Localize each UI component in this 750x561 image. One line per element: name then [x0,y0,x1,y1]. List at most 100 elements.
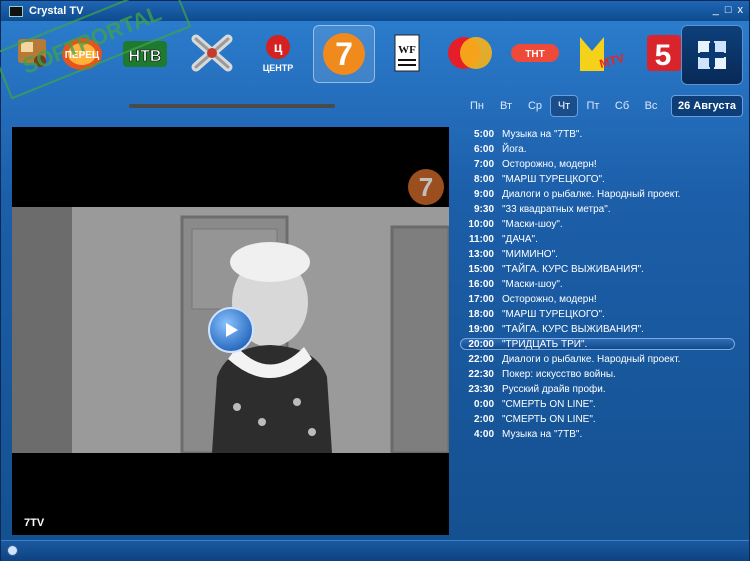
schedule-row[interactable]: 11:00 "ДАЧА". [456,232,741,247]
program-time: 20:00 [468,339,494,350]
program-time: 23:30 [468,384,494,395]
channel-tnt-channel[interactable]: ТНТ [506,27,564,79]
program-title: Осторожно, модерн! [502,159,597,170]
menu-button[interactable] [681,25,743,85]
channel-5-logo-icon: 5 [647,35,681,72]
program-title: "СМЕРТЬ ON LINE". [502,399,596,410]
program-title: Диалоги о рыбалке. Народный проект. [502,354,681,365]
schedule-row-current[interactable]: 20:00 "ТРИДЦАТЬ ТРИ". [456,337,741,352]
day-sat[interactable]: Сб [608,95,636,117]
channel-scrollbar[interactable] [129,104,335,108]
schedule-row[interactable]: 0:00 "СМЕРТЬ ON LINE". [456,397,741,412]
program-time: 9:00 [473,189,494,200]
crystal-menu-icon [698,41,726,69]
schedule-row[interactable]: 8:00 "МАРШ ТУРЕЦКОГО". [456,172,741,187]
minimize-button[interactable]: _ [713,4,719,16]
channel-muz-tv-channel[interactable] [441,27,499,79]
status-bar [1,540,749,561]
schedule-row[interactable]: 4:00 Музыка на "7ТВ". [456,427,741,442]
program-time: 22:30 [468,369,494,380]
program-title: "Маски-шоу". [502,279,563,290]
world-fashion-logo-icon: WF [394,34,420,72]
channel-mtv-channel[interactable]: MTV [573,27,631,79]
program-time: 11:00 [468,234,494,245]
program-time: 0:00 [473,399,494,410]
maximize-button[interactable]: □ [725,4,732,16]
channel-channel-5[interactable]: 5 [641,27,681,79]
schedule-row[interactable]: 23:30 Русский драйв профи. [456,382,741,397]
day-wed[interactable]: Ср [521,95,549,117]
program-title: "Маски-шоу". [502,219,563,230]
program-title: Осторожно, модерн! [502,294,597,305]
program-time: 2:00 [473,414,494,425]
schedule-row[interactable]: 13:00 "МИМИНО". [456,247,741,262]
world-fashion-label: WF [398,44,416,56]
day-sun[interactable]: Вс [637,95,665,117]
channel-tv-center-channel[interactable]: ц ЦЕНТР [249,27,307,79]
program-title: "МИМИНО". [502,249,558,260]
program-time: 18:00 [468,309,494,320]
program-time: 16:00 [468,279,494,290]
day-fri[interactable]: Пт [579,95,607,117]
schedule-row[interactable]: 16:00 "Маски-шоу". [456,277,741,292]
program-time: 6:00 [473,144,494,155]
status-icon[interactable] [7,545,18,556]
program-title: "ТАЙГА. КУРС ВЫЖИВАНИЯ". [502,324,644,335]
program-title: "МАРШ ТУРЕЦКОГО". [502,309,605,320]
window-controls: _ □ x [713,4,743,16]
program-title: Музыка на "7ТВ". [502,429,583,440]
7tv-logo-icon: 7 [323,33,365,75]
tv-center-label: ЦЕНТР [263,63,294,73]
day-mon[interactable]: Пн [463,95,491,117]
close-button[interactable]: x [738,4,744,16]
svg-text:ц: ц [274,39,283,55]
play-button[interactable] [208,307,254,353]
schedule-row[interactable]: 10:00 "Маски-шоу". [456,217,741,232]
program-time: 5:00 [473,129,494,140]
schedule-row[interactable]: 6:00 Йога. [456,142,741,157]
date-button[interactable]: 26 Августа [671,95,743,117]
ntv-label: НТВ [129,48,162,65]
program-time: 15:00 [468,264,494,275]
channel-5-label: 5 [655,39,672,72]
program-title: Диалоги о рыбалке. Народный проект. [502,189,681,200]
program-schedule: 5:00 Музыка на "7ТВ". 6:00 Йога. 7:00 Осторож… [456,127,741,442]
day-tue[interactable]: Вт [492,95,520,117]
schedule-row[interactable]: 19:00 "ТАЙГА. КУРС ВЫЖИВАНИЯ". [456,322,741,337]
schedule-row[interactable]: 22:00 Диалоги о рыбалке. Народный проект. [456,352,741,367]
schedule-row[interactable]: 15:00 "ТАЙГА. КУРС ВЫЖИВАНИЯ". [456,262,741,277]
channel-7tv-channel[interactable]: 7 [313,25,375,83]
program-title: Музыка на "7ТВ". [502,129,583,140]
schedule-row[interactable]: 5:00 Музыка на "7ТВ". [456,127,741,142]
program-time: 19:00 [468,324,494,335]
program-time: 22:00 [468,354,494,365]
schedule-row[interactable]: 2:00 "СМЕРТЬ ON LINE". [456,412,741,427]
day-selector: Пн Вт Ср Чт Пт Сб Вс [463,95,666,117]
program-time: 9:30 [473,204,494,215]
program-title: "ДАЧА". [502,234,538,245]
day-thu[interactable]: Чт [550,95,578,117]
x-channel-logo-icon [191,34,233,72]
schedule-row[interactable]: 22:30 Покер: искусство войны. [456,367,741,382]
tnt-logo-icon: ТНТ [511,44,559,62]
program-time: 4:00 [473,429,494,440]
schedule-row[interactable]: 17:00 Осторожно, модерн! [456,292,741,307]
program-time: 17:00 [468,294,494,305]
program-title: "СМЕРТЬ ON LINE". [502,414,596,425]
program-title: Йога. [502,144,527,155]
current-channel-label: 7TV [24,517,45,529]
schedule-row[interactable]: 9:00 Диалоги о рыбалке. Народный проект. [456,187,741,202]
program-time: 10:00 [468,219,494,230]
program-title: "ТРИДЦАТЬ ТРИ". [502,339,588,350]
program-title: "ТАЙГА. КУРС ВЫЖИВАНИЯ". [502,264,644,275]
schedule-row[interactable]: 7:00 Осторожно, модерн! [456,157,741,172]
app-window: Crystal TV _ □ x ПЕРЕЦ НТВ ц ЦЕНТР 7 WF … [0,0,750,561]
program-title: Покер: искусство войны. [502,369,616,380]
tv-icon [9,5,23,17]
play-icon [226,323,238,337]
schedule-row[interactable]: 9:30 "33 квадратных метра". [456,202,741,217]
channel-world-fashion-channel[interactable]: WF [378,27,436,79]
video-player[interactable]: 7 7TV [12,127,449,535]
schedule-row[interactable]: 18:00 "МАРШ ТУРЕЦКОГО". [456,307,741,322]
channel-channel-x[interactable] [183,27,241,79]
